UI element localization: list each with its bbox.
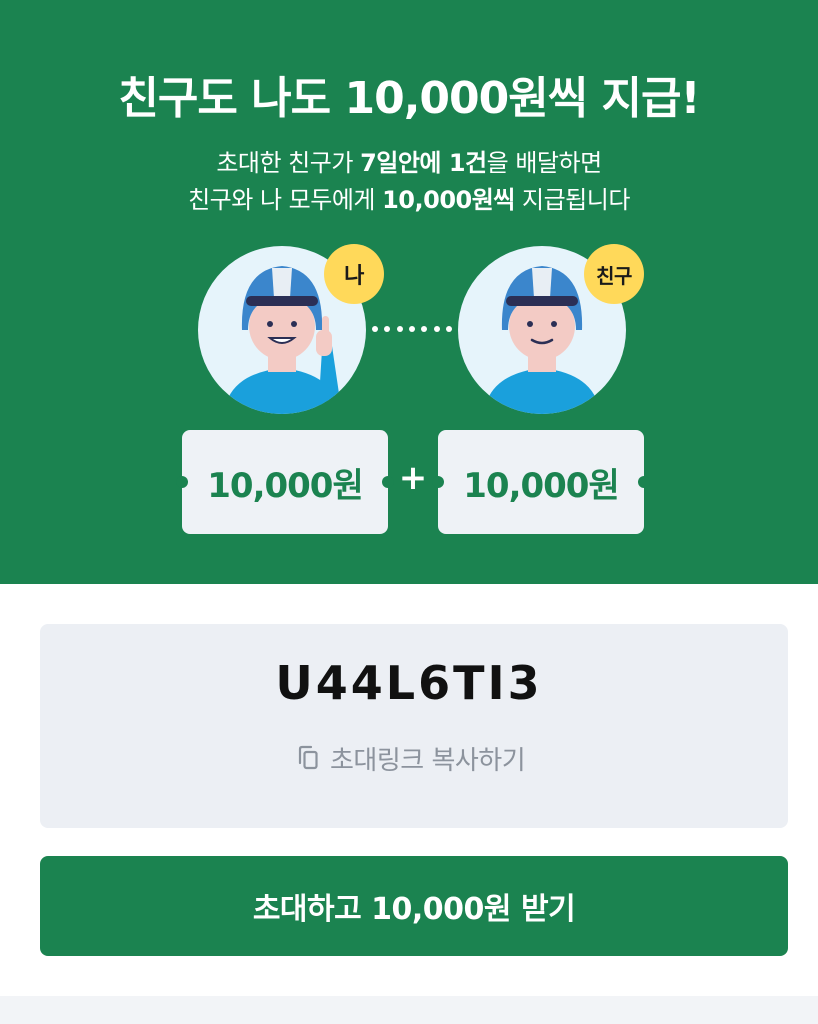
my-avatar: 나 (198, 244, 384, 414)
copy-icon (298, 745, 318, 770)
friend-badge: 친구 (584, 244, 644, 304)
hero-subtitle-line1: 초대한 친구가 7일안에 1건을 배달하면 (0, 143, 818, 178)
ticket-notch (432, 476, 444, 488)
invite-code-box (40, 624, 788, 828)
ticket-notch (176, 476, 188, 488)
copy-link-label: 초대링크 복사하기 (330, 745, 526, 776)
plus-sign: + (398, 458, 428, 498)
friend-avatar: 친구 (458, 244, 644, 414)
hero-subtitle-line2: 친구와 나 모두에게 10,000원씩 지급됩니다 (0, 180, 818, 215)
subtitle-text: 지급됩니다 (514, 186, 630, 214)
footer-divider (0, 996, 818, 1024)
ticket-notch (382, 476, 394, 488)
invite-and-earn-button[interactable]: 초대하고 10,000원 받기 (40, 856, 788, 956)
connector-dots (372, 326, 452, 334)
subtitle-text: 친구와 나 모두에게 (188, 186, 383, 214)
me-badge: 나 (324, 244, 384, 304)
subtitle-emphasis: 10,000원씩 (382, 186, 515, 214)
copy-invite-link-button[interactable]: 초대링크 복사하기 (296, 740, 526, 776)
subtitle-text: 초대한 친구가 (216, 149, 361, 177)
friend-reward-amount: 10,000원 (463, 465, 619, 506)
ticket-notch (638, 476, 650, 488)
subtitle-emphasis: 7일안에 1건 (360, 149, 487, 177)
invite-code: U44L6TI3 (275, 656, 543, 710)
hero-title: 친구도 나도 10,000원씩 지급! (118, 73, 700, 124)
friend-reward-ticket: 10,000원 (432, 430, 650, 534)
my-reward-ticket: 10,000원 (176, 430, 394, 534)
subtitle-text: 을 배달하면 (486, 149, 603, 177)
my-reward-amount: 10,000원 (207, 465, 363, 506)
